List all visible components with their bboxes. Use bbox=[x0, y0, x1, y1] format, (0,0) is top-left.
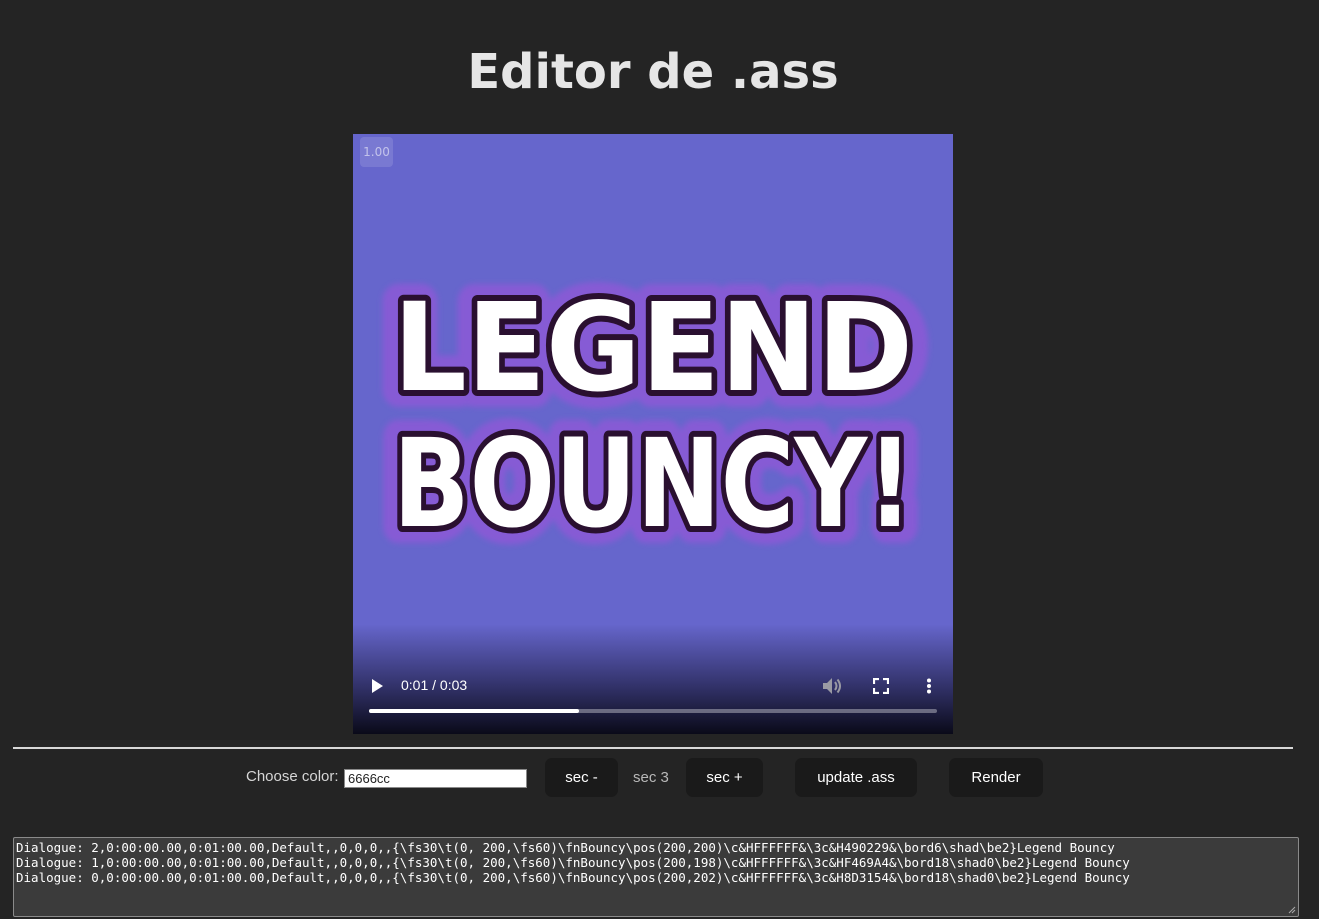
play-button[interactable] bbox=[365, 674, 389, 698]
page-title: Editor de .ass bbox=[467, 44, 839, 100]
progress-fill bbox=[369, 709, 580, 713]
divider bbox=[13, 747, 1293, 749]
sec-value-label: sec 3 bbox=[633, 769, 669, 786]
play-icon bbox=[372, 679, 383, 693]
volume-icon bbox=[823, 678, 841, 694]
video-player[interactable]: LEGEND BOUNCY! LEGEND BOUNCY! LEGEND BOU… bbox=[353, 134, 953, 734]
resize-grip-icon[interactable] bbox=[1288, 906, 1296, 914]
ass-script-textarea[interactable]: Dialogue: 2,0:00:00.00,0:01:00.00,Defaul… bbox=[13, 837, 1299, 917]
render-button[interactable]: Render bbox=[949, 758, 1043, 797]
progress-bar[interactable] bbox=[369, 709, 937, 713]
sec-minus-button[interactable]: sec - bbox=[545, 758, 618, 797]
fullscreen-icon bbox=[873, 678, 889, 694]
playback-speed-badge: 1.00 bbox=[360, 137, 393, 167]
ass-line: Dialogue: 0,0:00:00.00,0:01:00.00,Defaul… bbox=[16, 870, 1130, 885]
toolbar: Choose color: sec - sec 3 sec + update .… bbox=[0, 758, 1319, 798]
update-ass-button[interactable]: update .ass bbox=[795, 758, 917, 797]
artwork-line-1: LEGEND bbox=[393, 277, 913, 419]
sec-plus-button[interactable]: sec + bbox=[686, 758, 763, 797]
fullscreen-button[interactable] bbox=[868, 674, 894, 698]
more-vertical-icon bbox=[927, 678, 931, 694]
more-options-button[interactable] bbox=[919, 674, 939, 698]
color-input[interactable] bbox=[344, 769, 527, 788]
ass-line: Dialogue: 2,0:00:00.00,0:01:00.00,Defaul… bbox=[16, 840, 1115, 855]
time-display: 0:01 / 0:03 bbox=[401, 677, 468, 693]
ass-line: Dialogue: 1,0:00:00.00,0:01:00.00,Defaul… bbox=[16, 855, 1130, 870]
volume-button[interactable] bbox=[819, 674, 845, 698]
color-label: Choose color: bbox=[246, 768, 339, 785]
artwork-line-2: BOUNCY! bbox=[393, 413, 913, 555]
